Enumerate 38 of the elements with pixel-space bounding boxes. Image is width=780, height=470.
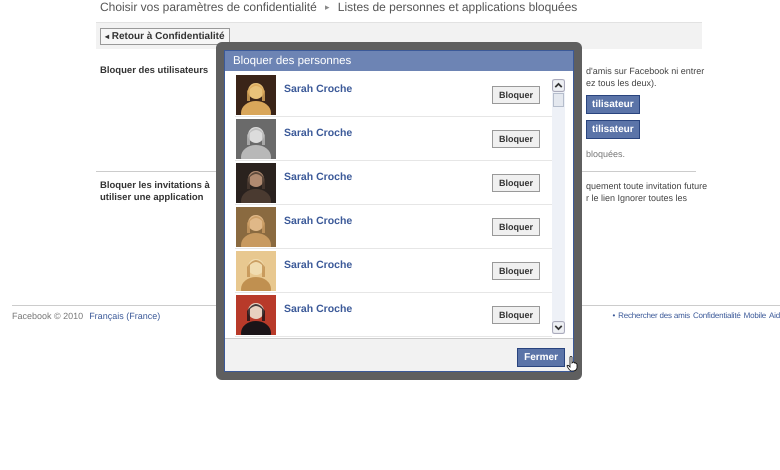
block-button[interactable]: Bloquer — [492, 306, 540, 324]
description-text: ez tous les deux). — [586, 77, 657, 89]
person-name[interactable]: Sarah Croche — [284, 126, 484, 138]
scrollbar-thumb[interactable] — [553, 93, 564, 107]
person-name[interactable]: Sarah Croche — [284, 82, 484, 94]
footer-link[interactable]: Mobile — [744, 311, 766, 321]
footer-link[interactable]: Rechercher des amis — [618, 311, 690, 321]
scroll-up-icon[interactable] — [552, 79, 565, 92]
footer-link[interactable]: Confidentialité — [692, 311, 741, 321]
description-text: r le lien Ignorer toutes les — [586, 192, 688, 204]
block-user-button[interactable]: tilisateur — [586, 95, 640, 114]
person-name[interactable]: Sarah Croche — [284, 258, 484, 270]
description-text: d'amis sur Facebook ni entrer — [586, 65, 704, 77]
note-text: bloquées. — [586, 149, 626, 159]
footer-link[interactable]: • — [612, 311, 616, 321]
scrollbar[interactable] — [552, 79, 565, 334]
block-button[interactable]: Bloquer — [492, 174, 540, 192]
section-label: Bloquer des utilisateurs — [100, 65, 210, 78]
block-button[interactable]: Bloquer — [492, 130, 540, 148]
person-name[interactable]: Sarah Croche — [284, 302, 484, 314]
description-text: quement toute invitation future — [586, 180, 708, 192]
section-label: Bloquer les invitations à utiliser une application — [100, 180, 211, 205]
breadcrumb-separator: ▸ — [324, 2, 330, 12]
close-button[interactable]: Fermer — [517, 348, 565, 366]
language-link[interactable]: Français (France) — [89, 311, 160, 321]
dialog-title: Bloquer des personnes — [225, 51, 573, 71]
block-button[interactable]: Bloquer — [492, 218, 540, 236]
block-button[interactable]: Bloquer — [492, 86, 540, 104]
page-title: Listes de personnes et applications bloquées — [338, 0, 578, 14]
block-button[interactable]: Bloquer — [492, 262, 540, 280]
back-button[interactable]: ◂ Retour à Confidentialité — [100, 28, 230, 44]
footer-link[interactable]: Aid — [769, 311, 780, 321]
person-name[interactable]: Sarah Croche — [284, 170, 484, 182]
copyright-text: Facebook © 2010 — [12, 311, 84, 321]
block-user-button[interactable]: tilisateur — [586, 120, 640, 139]
breadcrumb-link[interactable]: Choisir vos paramètres de confidentialité — [100, 0, 317, 14]
person-name[interactable]: Sarah Croche — [284, 214, 484, 226]
scroll-down-icon[interactable] — [552, 321, 565, 334]
